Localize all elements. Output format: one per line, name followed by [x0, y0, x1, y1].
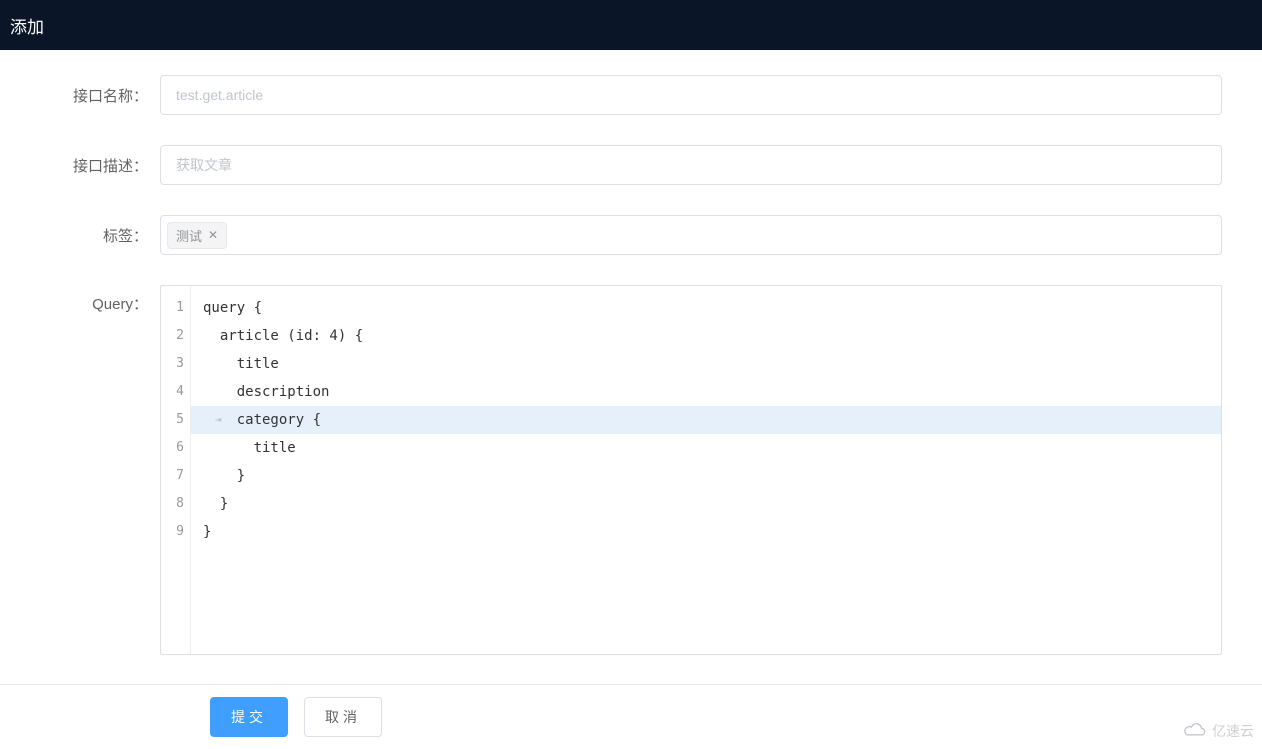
code-line[interactable]: article (id: 4) {	[191, 322, 1221, 350]
name-input[interactable]	[160, 75, 1222, 115]
tags-label: 标签：	[40, 225, 160, 246]
gutter-line-number: 2	[161, 322, 184, 350]
code-line[interactable]: }	[191, 462, 1221, 490]
gutter-line-number: 7	[161, 462, 184, 490]
description-input[interactable]	[160, 145, 1222, 185]
form-row-name: 接口名称：	[40, 75, 1222, 115]
dialog-footer: 提交 取消	[0, 684, 1262, 749]
code-line[interactable]: }	[191, 490, 1221, 518]
dialog-title: 添加	[10, 13, 44, 38]
cancel-button[interactable]: 取消	[304, 697, 382, 737]
tags-input[interactable]: 测试 ✕	[160, 215, 1222, 255]
form-row-query: Query： 123456789 query { article (id: 4)…	[40, 285, 1222, 655]
gutter-line-number: 6	[161, 434, 184, 462]
gutter-line-number: 3	[161, 350, 184, 378]
watermark-text: 亿速云	[1212, 721, 1254, 741]
code-line[interactable]: title	[191, 350, 1221, 378]
name-label: 接口名称：	[40, 85, 160, 106]
submit-button[interactable]: 提交	[210, 697, 288, 737]
code-line[interactable]: }	[191, 518, 1221, 546]
watermark: 亿速云	[1182, 721, 1254, 741]
query-editor[interactable]: 123456789 query { article (id: 4) { titl…	[160, 285, 1222, 655]
code-line[interactable]: ⇥ category {	[191, 406, 1221, 434]
tag-remove-icon[interactable]: ✕	[208, 228, 218, 242]
editor-gutter: 123456789	[161, 286, 191, 654]
form-row-tags: 标签： 测试 ✕	[40, 215, 1222, 255]
code-line[interactable]: title	[191, 434, 1221, 462]
form-row-description: 接口描述：	[40, 145, 1222, 185]
indent-arrow-icon: ⇥	[215, 406, 222, 434]
editor-content[interactable]: query { article (id: 4) { title descript…	[191, 286, 1221, 654]
cloud-icon	[1182, 723, 1208, 739]
gutter-line-number: 4	[161, 378, 184, 406]
query-label: Query：	[40, 285, 160, 314]
tag-item: 测试 ✕	[167, 222, 227, 249]
tag-text: 测试	[176, 226, 202, 245]
gutter-line-number: 1	[161, 294, 184, 322]
gutter-line-number: 5	[161, 406, 184, 434]
form: 接口名称： 接口描述： 标签： 测试 ✕ Query： 123456789 qu…	[0, 50, 1262, 655]
code-line[interactable]: query {	[191, 294, 1221, 322]
code-line[interactable]: description	[191, 378, 1221, 406]
description-label: 接口描述：	[40, 155, 160, 176]
dialog-header: 添加	[0, 0, 1262, 50]
gutter-line-number: 9	[161, 518, 184, 546]
gutter-line-number: 8	[161, 490, 184, 518]
